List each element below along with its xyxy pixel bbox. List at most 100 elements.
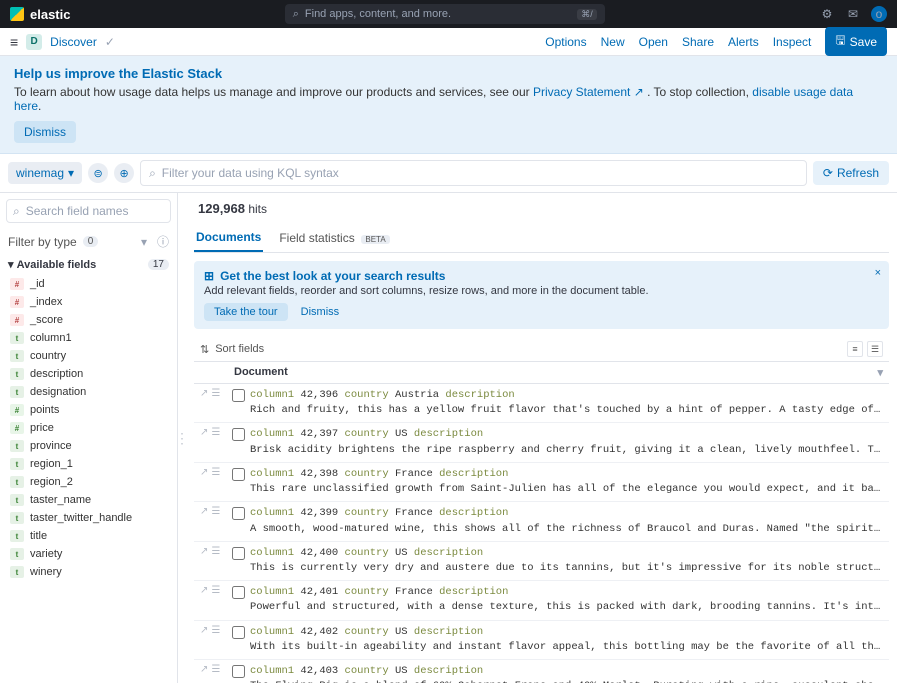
filter-by-type[interactable]: Filter by type 0 ▾ ⓘ (6, 229, 171, 254)
dataview-picker[interactable]: winemag ▾ (8, 162, 82, 184)
kql-placeholder: Filter your data using KQL syntax (162, 166, 339, 180)
field-item[interactable]: ttaster_name (6, 491, 171, 509)
field-item[interactable]: tregion_2 (6, 473, 171, 491)
dataview-settings-button[interactable]: ⊜ (88, 163, 108, 183)
toggle-row-icon[interactable]: ☰ (211, 546, 220, 576)
take-tour-button[interactable]: Take the tour (204, 303, 288, 321)
save-button[interactable]: 🖫 Save (825, 27, 887, 56)
expand-row-icon[interactable]: ↗ (200, 427, 208, 457)
field-item[interactable]: tdescription (6, 365, 171, 383)
row-content[interactable]: column1 42,399 country France descriptio… (250, 506, 883, 536)
row-checkbox[interactable] (232, 428, 245, 441)
field-item[interactable]: tcountry (6, 347, 171, 365)
field-item[interactable]: #_index (6, 293, 171, 311)
field-item[interactable]: #price (6, 419, 171, 437)
toggle-row-icon[interactable]: ☰ (211, 427, 220, 457)
link-new[interactable]: New (601, 35, 625, 49)
toggle-row-icon[interactable]: ☰ (211, 664, 220, 683)
privacy-link[interactable]: Privacy Statement ↗ (533, 85, 644, 99)
row-checkbox[interactable] (232, 389, 245, 402)
toggle-row-icon[interactable]: ☰ (211, 467, 220, 497)
field-type-icon: # (10, 278, 24, 290)
global-search[interactable]: ⌕ Find apps, content, and more. ⌘/ (285, 4, 605, 24)
row-checkbox[interactable] (232, 626, 245, 639)
field-search-placeholder: Search field names (26, 204, 129, 218)
expand-row-icon[interactable]: ↗ (200, 585, 208, 615)
link-open[interactable]: Open (639, 35, 668, 49)
expand-row-icon[interactable]: ↗ (200, 546, 208, 576)
row-content[interactable]: column1 42,400 country US description Th… (250, 546, 883, 576)
field-item[interactable]: #_id (6, 275, 171, 293)
field-item[interactable]: tprovince (6, 437, 171, 455)
field-search-input[interactable]: ⌕ Search field names (6, 199, 171, 223)
tab-field-statistics[interactable]: Field statistics BETA (277, 225, 391, 251)
row-checkbox[interactable] (232, 586, 245, 599)
news-icon[interactable]: ✉ (845, 6, 861, 22)
row-content[interactable]: column1 42,398 country France descriptio… (250, 467, 883, 497)
row-checkbox[interactable] (232, 547, 245, 560)
filter-type-label: Filter by type (8, 235, 77, 249)
field-list: #_id#_index#_scoretcolumn1tcountrytdescr… (6, 275, 171, 581)
nav-toggle-icon[interactable]: ≡ (10, 34, 18, 50)
available-fields-header[interactable]: ▾ Available fields 17 (6, 254, 171, 275)
add-filter-button[interactable]: ⊕ (114, 163, 134, 183)
link-alerts[interactable]: Alerts (728, 35, 759, 49)
toggle-row-icon[interactable]: ☰ (211, 625, 220, 655)
field-item[interactable]: ttaster_twitter_handle (6, 509, 171, 527)
banner-dismiss-button[interactable]: Dismiss (14, 121, 76, 143)
toggle-row-icon[interactable]: ☰ (211, 506, 220, 536)
help-icon[interactable]: ⓘ (157, 233, 169, 250)
gear-icon[interactable]: ⚙ (819, 6, 835, 22)
column-menu-icon[interactable]: ▾ (877, 366, 883, 379)
field-item[interactable]: tdesignation (6, 383, 171, 401)
brand-logo[interactable]: elastic (10, 7, 70, 22)
callout-close-icon[interactable]: × (875, 267, 881, 279)
sort-icon[interactable]: ⇅ (200, 343, 209, 356)
row-content[interactable]: column1 42,397 country US description Br… (250, 427, 883, 457)
tab-fieldstats-label: Field statistics (279, 231, 354, 245)
column-header-document[interactable]: Document (234, 366, 288, 379)
tab-documents[interactable]: Documents (194, 224, 263, 252)
row-checkbox[interactable] (232, 468, 245, 481)
row-actions: ↗ ☰ (200, 388, 226, 418)
chevron-down-icon: ▾ (68, 166, 74, 180)
field-name: province (30, 440, 72, 452)
user-avatar[interactable]: o (871, 6, 887, 22)
kql-input[interactable]: ⌕ Filter your data using KQL syntax (140, 160, 807, 186)
field-item[interactable]: #_score (6, 311, 171, 329)
row-checkbox[interactable] (232, 665, 245, 678)
expand-row-icon[interactable]: ↗ (200, 467, 208, 497)
sort-label[interactable]: Sort fields (215, 343, 264, 355)
expand-row-icon[interactable]: ↗ (200, 625, 208, 655)
field-item[interactable]: ttitle (6, 527, 171, 545)
field-item[interactable]: #points (6, 401, 171, 419)
row-content[interactable]: column1 42,402 country US description Wi… (250, 625, 883, 655)
field-item[interactable]: tvariety (6, 545, 171, 563)
save-label: Save (850, 35, 877, 49)
view-compact-icon[interactable]: ≡ (847, 341, 863, 357)
row-actions: ↗ ☰ (200, 625, 226, 655)
toggle-row-icon[interactable]: ☰ (211, 585, 220, 615)
row-content[interactable]: column1 42,403 country US description Th… (250, 664, 883, 683)
document-list: ↗ ☰ column1 42,396 country Austria descr… (194, 384, 889, 683)
row-checkbox[interactable] (232, 507, 245, 520)
toggle-row-icon[interactable]: ☰ (211, 388, 220, 418)
sidebar-resize-handle[interactable]: ⋮ (178, 193, 186, 683)
row-content[interactable]: column1 42,396 country Austria descripti… (250, 388, 883, 418)
link-options[interactable]: Options (545, 35, 586, 49)
field-item[interactable]: tcolumn1 (6, 329, 171, 347)
refresh-button[interactable]: ⟳ Refresh (813, 161, 889, 185)
link-share[interactable]: Share (682, 35, 714, 49)
link-inspect[interactable]: Inspect (773, 35, 812, 49)
expand-row-icon[interactable]: ↗ (200, 506, 208, 536)
row-checkbox-wrap (232, 427, 244, 457)
callout-dismiss-link[interactable]: Dismiss (301, 306, 340, 318)
expand-row-icon[interactable]: ↗ (200, 388, 208, 418)
app-title[interactable]: Discover (50, 35, 97, 49)
field-item[interactable]: tregion_1 (6, 455, 171, 473)
callout-body: Add relevant fields, reorder and sort co… (204, 285, 879, 297)
row-content[interactable]: column1 42,401 country France descriptio… (250, 585, 883, 615)
view-expanded-icon[interactable]: ☰ (867, 341, 883, 357)
expand-row-icon[interactable]: ↗ (200, 664, 208, 683)
field-item[interactable]: twinery (6, 563, 171, 581)
